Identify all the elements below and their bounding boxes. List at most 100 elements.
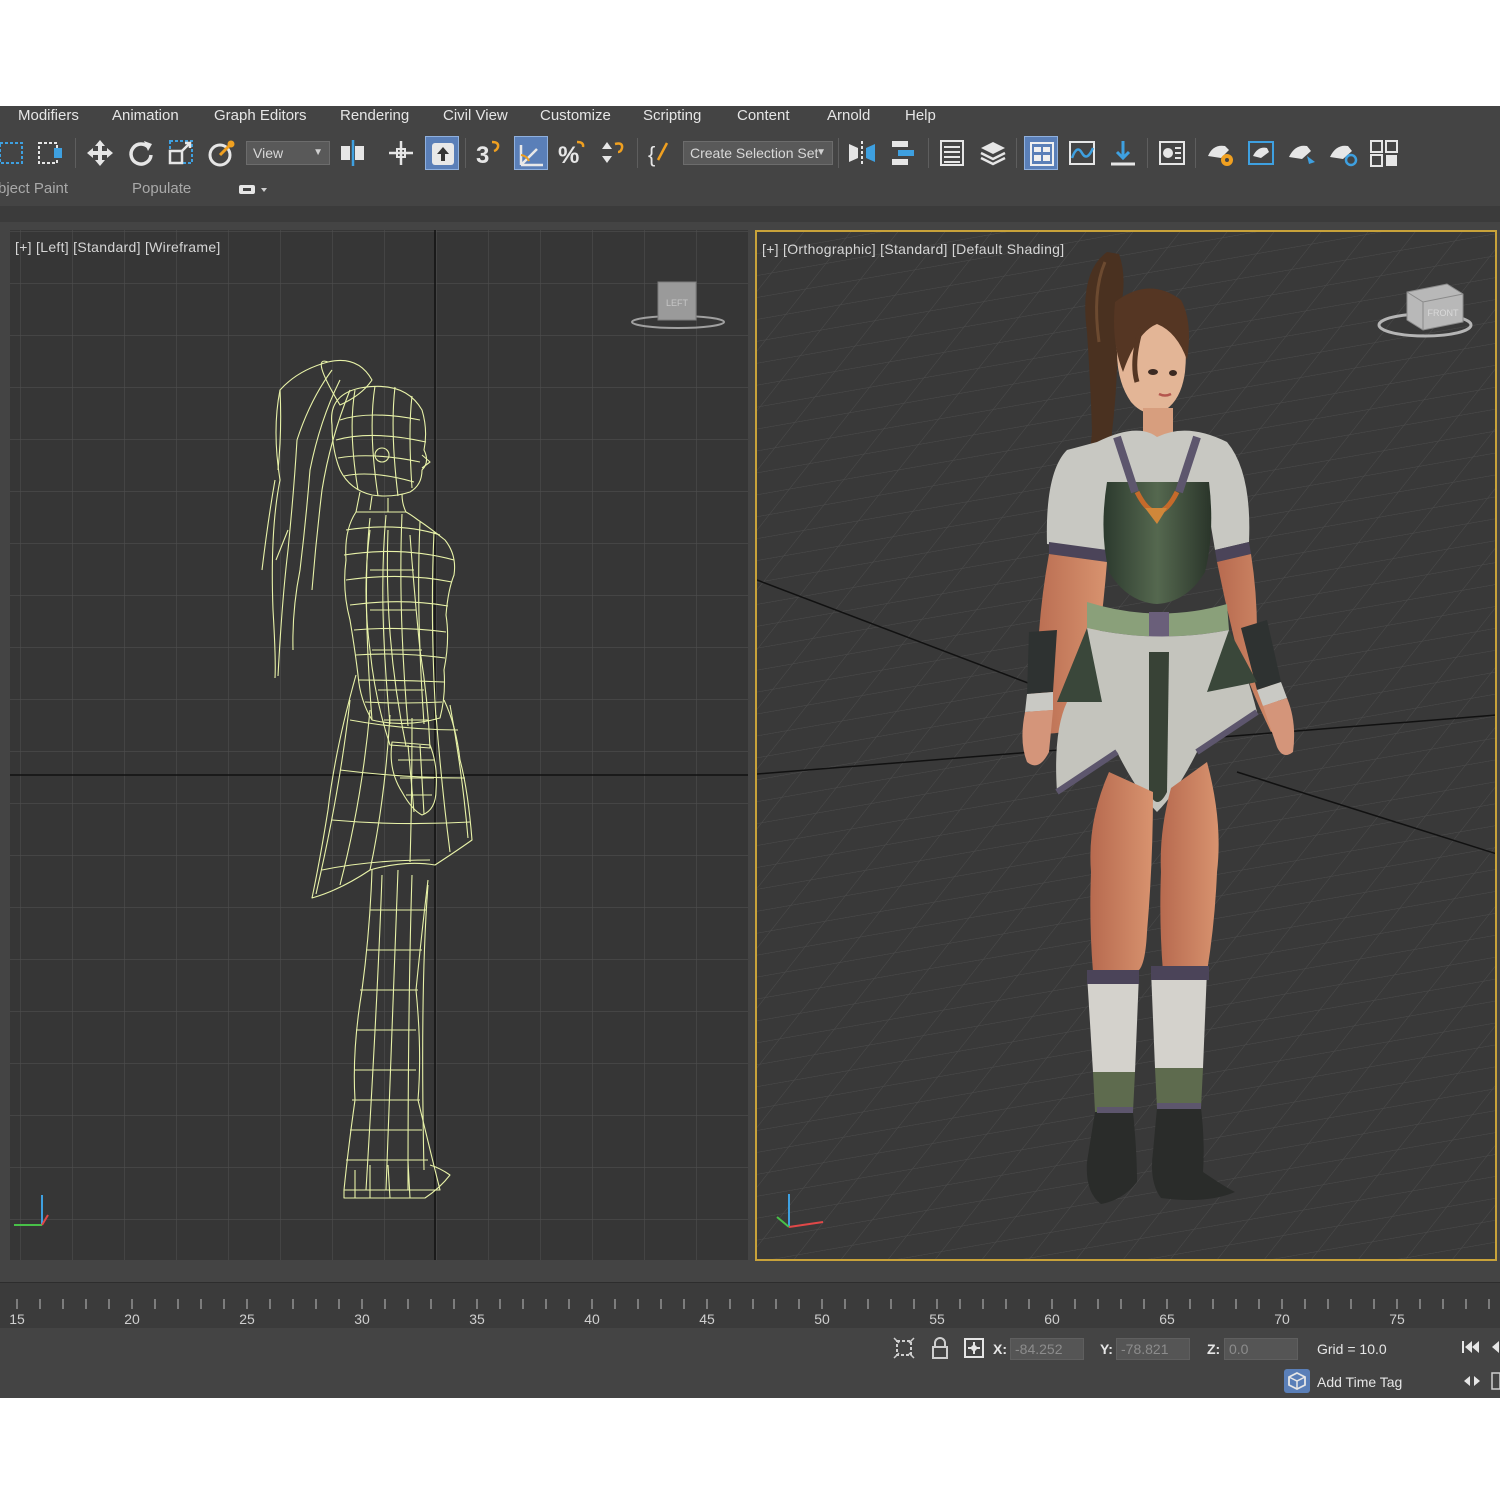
menu-animation[interactable]: Animation <box>112 106 179 125</box>
toolbar-separator <box>637 138 638 168</box>
timeline-frame-label: 45 <box>699 1311 715 1327</box>
frame-field-icon[interactable] <box>1491 1372 1500 1395</box>
ribbon-options-icon[interactable] <box>238 182 270 203</box>
rendered-frame-window-icon[interactable] <box>1244 136 1278 170</box>
viewport-orthographic[interactable]: FRONT [+] [Orthographic] [Standard] [Def… <box>755 230 1497 1261</box>
mirror-icon[interactable] <box>845 136 879 170</box>
curve-editor-icon[interactable] <box>1065 136 1099 170</box>
timeline-frame-label: 60 <box>1044 1311 1060 1327</box>
named-selection-value: Create Selection Set <box>690 145 819 161</box>
ribbon-tab-object-paint[interactable]: bject Paint <box>0 180 68 197</box>
toolbar-separator <box>465 138 466 168</box>
right-viewport-canvas: FRONT <box>757 232 1495 1259</box>
viewcube-face-label: LEFT <box>666 298 689 308</box>
menu-scripting[interactable]: Scripting <box>643 106 701 125</box>
timeline-frame-label: 20 <box>124 1311 140 1327</box>
ribbon-panel-strip <box>0 206 1500 222</box>
add-time-tag-icon[interactable] <box>1283 1368 1311 1398</box>
z-coordinate-label: Z: <box>1207 1341 1221 1357</box>
edit-named-selection-icon[interactable]: { <box>643 136 677 170</box>
x-coordinate-label: X: <box>993 1341 1007 1357</box>
scene-explorer-icon[interactable] <box>935 136 969 170</box>
render-production-icon[interactable] <box>1285 136 1319 170</box>
timeline-ticks <box>16 1299 1490 1309</box>
menu-graph-editors[interactable]: Graph Editors <box>214 106 307 125</box>
ribbon-tabs: bject Paint Populate <box>0 178 1500 202</box>
menu-rendering[interactable]: Rendering <box>340 106 409 125</box>
spinner-snap-icon[interactable] <box>596 136 630 170</box>
menu-customize[interactable]: Customize <box>540 106 611 125</box>
app-window: Modifiers Animation Graph Editors Render… <box>0 106 1500 1398</box>
reference-coordinate-value: View <box>253 145 284 161</box>
toolbar-separator <box>838 138 839 168</box>
chevron-down-icon: ▼ <box>313 147 323 158</box>
snap-3d-icon[interactable]: 3 <box>472 136 506 170</box>
select-manipulate-icon[interactable] <box>384 136 418 170</box>
pivot-center-icon[interactable] <box>336 136 370 170</box>
menu-help[interactable]: Help <box>905 106 936 125</box>
ribbon-tab-populate[interactable]: Populate <box>132 180 191 197</box>
layer-explorer-icon[interactable] <box>976 136 1010 170</box>
main-toolbar: View ▼ 3 % { Create Selection Set ▼ <box>0 126 1500 179</box>
timeline-frame-label: 25 <box>239 1311 255 1327</box>
timeline-frame-label: 70 <box>1274 1311 1290 1327</box>
previous-frame-icon[interactable] <box>1491 1338 1500 1361</box>
timeline-frame-label: 30 <box>354 1311 370 1327</box>
svg-text:%: % <box>558 142 579 169</box>
toolbar-separator <box>1016 138 1017 168</box>
toolbar-separator <box>75 138 76 168</box>
viewport-label[interactable]: [+] [Orthographic] [Standard] [Default S… <box>762 241 1064 257</box>
menu-content[interactable]: Content <box>737 106 790 125</box>
render-iterative-icon[interactable] <box>1326 136 1360 170</box>
go-to-start-icon[interactable] <box>1460 1338 1482 1361</box>
align-icon[interactable] <box>886 136 920 170</box>
grid-size-label: Grid = 10.0 <box>1317 1341 1387 1357</box>
svg-text:3: 3 <box>476 142 489 169</box>
rotate-icon[interactable] <box>124 136 158 170</box>
named-selection-dropdown[interactable]: Create Selection Set ▼ <box>683 141 833 165</box>
y-coordinate-label: Y: <box>1100 1341 1113 1357</box>
toggle-ribbon-icon[interactable] <box>1024 136 1058 170</box>
toolbar-separator <box>1147 138 1148 168</box>
chevron-down-icon: ▼ <box>816 147 826 158</box>
timeline-frame-label: 40 <box>584 1311 600 1327</box>
viewcube-face-label: FRONT <box>1428 308 1459 318</box>
y-coordinate-field[interactable]: -78.821 <box>1116 1338 1190 1360</box>
toolbar-separator <box>928 138 929 168</box>
angle-snap-icon[interactable] <box>514 136 548 170</box>
menu-bar: Modifiers Animation Graph Editors Render… <box>0 106 1500 125</box>
z-coordinate-field[interactable]: 0.0 <box>1224 1338 1298 1360</box>
schematic-view-icon[interactable] <box>1106 136 1140 170</box>
add-time-tag-label[interactable]: Add Time Tag <box>1317 1374 1402 1390</box>
left-viewport-canvas: LEFT <box>10 230 748 1260</box>
scale-icon[interactable] <box>165 136 199 170</box>
menu-civil-view[interactable]: Civil View <box>443 106 508 125</box>
place-icon[interactable] <box>205 136 239 170</box>
reference-coordinate-dropdown[interactable]: View ▼ <box>246 141 330 165</box>
timeline[interactable]: 15 20 25 30 35 40 45 50 55 60 65 70 75 <box>0 1282 1500 1329</box>
key-mode-toggle-icon[interactable] <box>1462 1373 1482 1394</box>
home-grid <box>10 230 748 1260</box>
viewport-label[interactable]: [+] [Left] [Standard] [Wireframe] <box>15 239 221 255</box>
move-icon[interactable] <box>83 136 117 170</box>
window-crossing-icon[interactable] <box>34 136 68 170</box>
keyboard-shortcut-override-icon[interactable] <box>425 136 459 170</box>
timeline-frame-label: 65 <box>1159 1311 1175 1327</box>
percent-snap-icon[interactable]: % <box>555 136 589 170</box>
menu-modifiers[interactable]: Modifiers <box>18 106 79 125</box>
select-region-icon[interactable] <box>0 136 28 170</box>
render-setup-icon[interactable] <box>1203 136 1237 170</box>
timeline-frame-label: 15 <box>9 1311 25 1327</box>
isolate-selection-icon[interactable] <box>893 1337 915 1364</box>
status-bar: X: -84.252 Y: -78.821 Z: 0.0 Grid = 10.0… <box>0 1328 1500 1398</box>
absolute-mode-icon[interactable] <box>963 1337 985 1364</box>
material-editor-icon[interactable] <box>1155 136 1189 170</box>
timeline-frame-label: 50 <box>814 1311 830 1327</box>
x-coordinate-field[interactable]: -84.252 <box>1010 1338 1084 1360</box>
render-frame-grid-icon[interactable] <box>1367 136 1401 170</box>
menu-arnold[interactable]: Arnold <box>827 106 870 125</box>
timeline-frame-label: 35 <box>469 1311 485 1327</box>
timeline-frame-label: 75 <box>1389 1311 1405 1327</box>
selection-lock-icon[interactable] <box>929 1336 951 1365</box>
viewport-left[interactable]: LEFT [+] [Left] [Standard] [Wireframe] <box>10 230 748 1260</box>
